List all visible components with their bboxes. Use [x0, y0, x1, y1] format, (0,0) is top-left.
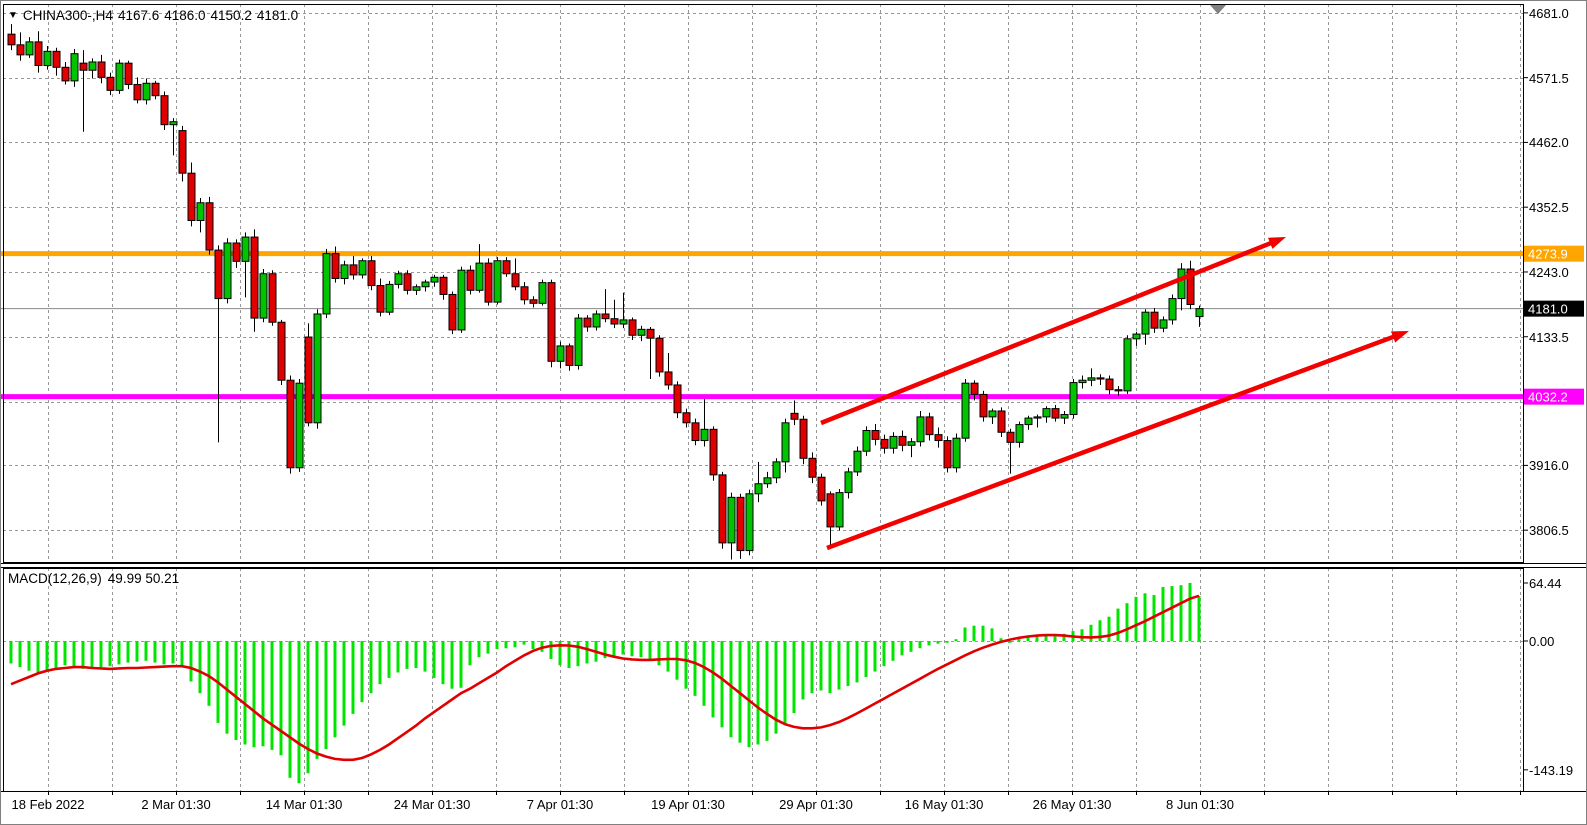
- price-axis-label: 4133.5: [1529, 330, 1569, 345]
- quote-high: 4186.0: [164, 8, 205, 23]
- symbol-period-label: CHINA300-,H4: [23, 8, 113, 23]
- quote-open: 4167.6: [118, 8, 159, 23]
- macd-values-label: 49.99 50.21: [108, 571, 179, 586]
- time-axis-label: 14 Mar 01:30: [266, 797, 343, 812]
- resistance-price-tag: 4273.9: [1524, 246, 1584, 262]
- price-axis-label: 4462.0: [1529, 135, 1569, 150]
- time-axis-label: 8 Jun 01:30: [1166, 797, 1234, 812]
- macd-name-label: MACD(12,26,9): [8, 571, 102, 586]
- price-axis-label: 3916.0: [1529, 458, 1569, 473]
- price-axis-label: 4352.5: [1529, 200, 1569, 215]
- candlestick-series: [8, 24, 1203, 559]
- time-axis-label: 29 Apr 01:30: [779, 797, 853, 812]
- price-axis-label: 4681.0: [1529, 6, 1569, 21]
- macd-pane-border: [4, 569, 1524, 792]
- quote-close: 4181.0: [257, 8, 298, 23]
- macd-axis-label: 0.00: [1529, 634, 1554, 649]
- time-axis-label: 26 May 01:30: [1033, 797, 1112, 812]
- quote-low: 4150.2: [211, 8, 252, 23]
- time-axis-label: 7 Apr 01:30: [527, 797, 594, 812]
- price-axis-label: 4243.0: [1529, 265, 1569, 280]
- symbol-dropdown-icon[interactable]: ▼: [8, 11, 18, 21]
- chart-shift-marker-icon[interactable]: [1210, 5, 1226, 14]
- macd-series: [10, 583, 1201, 783]
- support-price-tag: 4032.2: [1524, 389, 1584, 405]
- time-axis-label: 19 Apr 01:30: [651, 797, 725, 812]
- macd-axis-label: -143.19: [1529, 763, 1573, 778]
- price-axis-label: 4571.5: [1529, 71, 1569, 86]
- last-price-tag: 4181.0: [1524, 301, 1584, 317]
- chart-window: 4273.9 4181.0 4032.2 ▼ CHINA300-,H4 4167.6…: [0, 0, 1587, 825]
- price-axis-label: 3806.5: [1529, 523, 1569, 538]
- time-axis-label: 2 Mar 01:30: [141, 797, 210, 812]
- chart-header: ▼ CHINA300-,H4 4167.6 4186.0 4150.2 4181…: [8, 8, 298, 23]
- trend-arrow-lower[interactable]: [827, 331, 1409, 548]
- svg-text:4032.2: 4032.2: [1528, 390, 1568, 405]
- macd-axis-label: 64.44: [1529, 576, 1562, 591]
- chart-canvas[interactable]: 4273.9 4181.0 4032.2: [1, 1, 1587, 825]
- macd-signal-line: [11, 596, 1199, 760]
- time-axis-label: 18 Feb 2022: [11, 797, 84, 812]
- time-axis-label: 24 Mar 01:30: [394, 797, 471, 812]
- axis-ticks: [49, 13, 1529, 795]
- svg-text:4273.9: 4273.9: [1528, 247, 1568, 262]
- svg-text:4181.0: 4181.0: [1528, 302, 1568, 317]
- time-axis-label: 16 May 01:30: [905, 797, 984, 812]
- macd-header: MACD(12,26,9) 49.99 50.21: [8, 571, 179, 586]
